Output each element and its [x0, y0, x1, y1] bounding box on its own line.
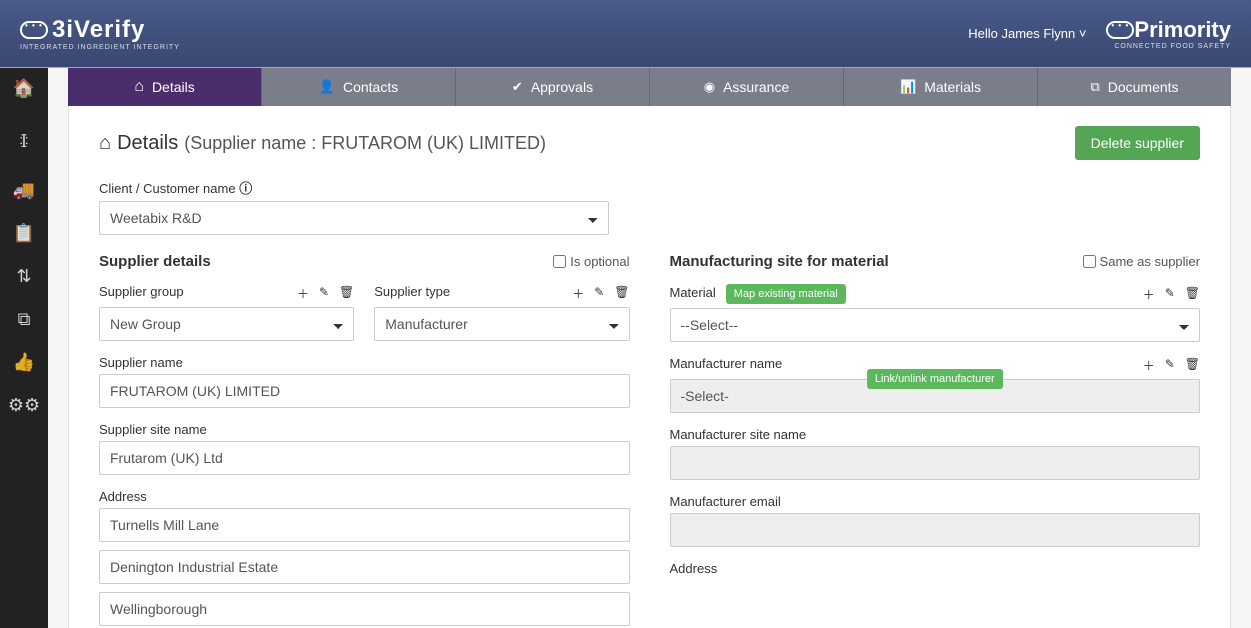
supplier-type-select[interactable]: Manufacturer — [374, 307, 629, 341]
edit-icon[interactable]: ✎ — [319, 285, 329, 302]
cloud-icon — [20, 21, 48, 39]
thumbs-up-icon[interactable]: 👍 — [13, 352, 35, 373]
material-select[interactable]: --Select-- — [670, 308, 1201, 342]
chevron-down-icon: ˅ — [1079, 26, 1087, 41]
clipboard-icon[interactable]: 📋 — [13, 223, 35, 244]
supplier-site-label: Supplier site name — [99, 422, 630, 437]
tab-details[interactable]: ⌂ Details — [68, 68, 261, 106]
tab-bar: ⌂ Details 👤 Contacts ✔ Approvals ◉ Assur… — [68, 68, 1231, 106]
edit-icon[interactable]: ✎ — [594, 285, 604, 302]
top-header: 3iVerify INTEGRATED INGREDIENT INTEGRITY… — [0, 0, 1251, 68]
manufacturer-site-input[interactable] — [670, 446, 1201, 480]
dashboard-icon[interactable]: 🜌 — [20, 121, 29, 158]
info-icon[interactable]: ⓘ — [239, 181, 252, 196]
delete-icon[interactable]: 🗑 — [1185, 357, 1200, 374]
supplier-type-label: Supplier type — [374, 284, 450, 299]
tab-approvals[interactable]: ✔ Approvals — [455, 68, 649, 106]
supplier-name-label: Supplier name — [99, 355, 630, 370]
plus-icon[interactable]: ＋ — [572, 285, 584, 302]
client-label: Client / Customer name ⓘ — [99, 178, 609, 197]
tab-contacts[interactable]: 👤 Contacts — [261, 68, 455, 106]
copy-icon[interactable]: ⧉ — [18, 309, 31, 330]
truck-icon[interactable]: 🚚 — [13, 180, 35, 201]
home-icon[interactable]: 🏠 — [13, 78, 35, 99]
tab-assurance[interactable]: ◉ Assurance — [649, 68, 843, 106]
logo-left: 3iVerify INTEGRATED INGREDIENT INTEGRITY — [20, 16, 180, 51]
supplier-group-label: Supplier group — [99, 284, 184, 299]
content-panel: ⌂ Details (Supplier name : FRUTAROM (UK)… — [68, 106, 1231, 628]
plus-icon[interactable]: ＋ — [1143, 357, 1155, 374]
address-line1-input[interactable] — [99, 508, 630, 542]
delete-icon[interactable]: 🗑 — [1185, 286, 1200, 303]
logo-right: Primority CONNECTED FOOD SAFETY — [1106, 17, 1231, 50]
supplier-section-title: Supplier details — [99, 253, 211, 270]
sidebar: 🏠 🜌 🚚 📋 ⇅ ⧉ 👍 ⚙⚙ — [0, 68, 48, 628]
delete-icon[interactable]: 🗑 — [614, 285, 629, 302]
home-icon: ⌂ — [99, 132, 111, 155]
dot-icon: ◉ — [704, 79, 715, 95]
check-icon: ✔ — [512, 79, 523, 95]
tab-documents[interactable]: ⧉ Documents — [1037, 68, 1231, 106]
optional-checkbox[interactable]: Is optional — [553, 254, 629, 269]
manufacturer-section-title: Manufacturing site for material — [670, 253, 889, 270]
supplier-name-input[interactable] — [99, 374, 630, 408]
delete-icon[interactable]: 🗑 — [339, 285, 354, 302]
user-greeting[interactable]: Hello James Flynn ˅ — [968, 26, 1086, 41]
material-label: Material — [670, 285, 716, 300]
gears-icon[interactable]: ⚙⚙ — [8, 395, 40, 416]
map-material-badge[interactable]: Map existing material — [726, 284, 846, 304]
logo-left-text: 3iVerify — [52, 16, 145, 44]
copy-icon: ⧉ — [1090, 79, 1099, 95]
bars-icon: 📊 — [900, 79, 916, 95]
same-as-supplier-checkbox[interactable]: Same as supplier — [1083, 254, 1200, 269]
sort-icon[interactable]: ⇅ — [16, 266, 31, 287]
manufacturer-email-input[interactable] — [670, 513, 1201, 547]
tab-materials[interactable]: 📊 Materials — [843, 68, 1037, 106]
manufacturer-column: Manufacturing site for material Same as … — [670, 249, 1201, 628]
address-label: Address — [99, 489, 630, 504]
logo-left-sub: INTEGRATED INGREDIENT INTEGRITY — [20, 44, 180, 51]
manufacturer-name-label: Manufacturer name — [670, 356, 783, 371]
supplier-group-select[interactable]: New Group — [99, 307, 354, 341]
delete-supplier-button[interactable]: Delete supplier — [1075, 126, 1200, 160]
edit-icon[interactable]: ✎ — [1165, 357, 1175, 374]
plus-icon[interactable]: ＋ — [1143, 286, 1155, 303]
page-subtitle: (Supplier name : FRUTAROM (UK) LIMITED) — [184, 133, 546, 154]
manufacturer-address-label: Address — [670, 561, 1201, 576]
edit-icon[interactable]: ✎ — [1165, 286, 1175, 303]
link-manufacturer-badge[interactable]: Link/unlink manufacturer — [867, 369, 1003, 389]
manufacturer-email-label: Manufacturer email — [670, 494, 1201, 509]
cloud-icon — [1106, 21, 1134, 39]
page-title: ⌂ Details (Supplier name : FRUTAROM (UK)… — [99, 132, 546, 155]
home-icon: ⌂ — [134, 78, 144, 96]
address-line3-input[interactable] — [99, 592, 630, 626]
logo-right-sub: CONNECTED FOOD SAFETY — [1114, 43, 1231, 50]
supplier-details-column: Supplier details Is optional Supplier gr… — [99, 249, 630, 628]
supplier-site-input[interactable] — [99, 441, 630, 475]
client-select[interactable]: Weetabix R&D — [99, 201, 609, 235]
user-icon: 👤 — [319, 79, 335, 95]
plus-icon[interactable]: ＋ — [297, 285, 309, 302]
logo-right-text: Primority — [1134, 17, 1231, 43]
address-line2-input[interactable] — [99, 550, 630, 584]
manufacturer-site-label: Manufacturer site name — [670, 427, 1201, 442]
